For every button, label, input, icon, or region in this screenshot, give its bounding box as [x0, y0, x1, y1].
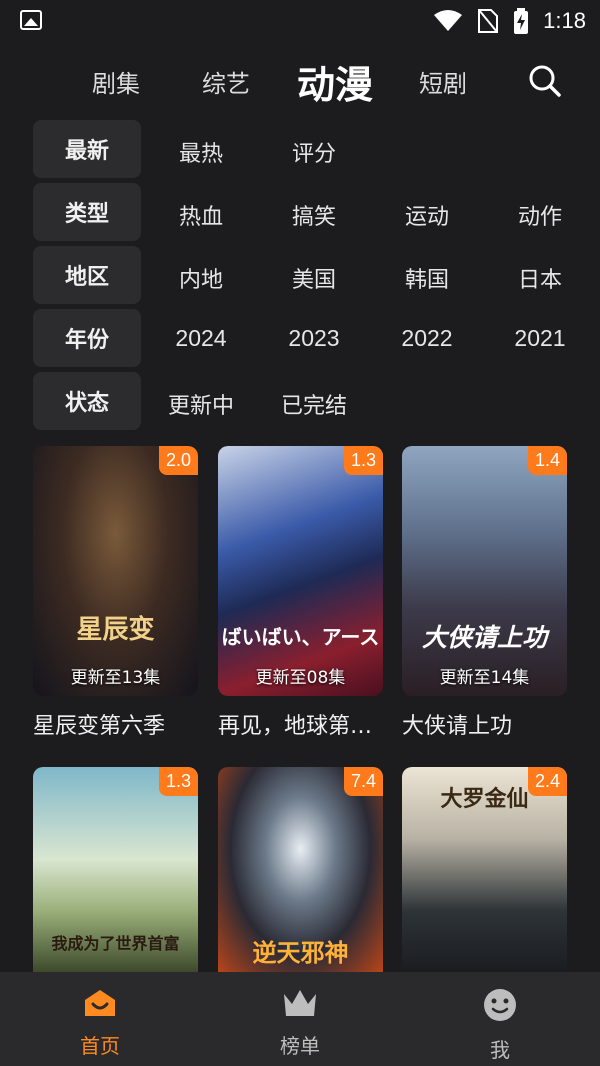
smiley-icon: [484, 989, 516, 1021]
filter-row-status: 状态 更新中 已完结: [33, 372, 593, 435]
wifi-icon: [434, 10, 463, 31]
battery-charging-icon: [514, 8, 529, 34]
nav-profile[interactable]: 我: [440, 988, 560, 1063]
score-badge: 1.3: [343, 446, 383, 475]
filter-genre-option[interactable]: 动作: [490, 199, 590, 231]
anime-card[interactable]: 星辰变 2.0 更新至13集 星辰变第六季: [33, 446, 198, 740]
filter-row-year: 年份 2024 2023 2022 2021: [33, 309, 593, 372]
poster-art-title: 星辰变: [76, 615, 155, 645]
anime-card[interactable]: ばいばい、アース 1.3 更新至08集 再见，地球第…: [218, 446, 383, 740]
poster-image[interactable]: 大侠请上功 1.4 更新至14集: [402, 446, 567, 696]
poster-image[interactable]: 逆天邪神 7.4: [218, 767, 383, 972]
filter-status-label[interactable]: 状态: [33, 372, 141, 430]
poster-art-title: 大侠请上功: [421, 623, 547, 652]
card-title: 星辰变第六季: [33, 714, 166, 739]
filter-row-sort: 最新 最热 评分: [33, 120, 593, 183]
nav-profile-label: 我: [490, 1038, 510, 1062]
filter-region-option[interactable]: 韩国: [377, 262, 477, 294]
home-icon: [85, 990, 115, 1016]
filter-year-option[interactable]: 2021: [490, 325, 590, 352]
card-title: 再见，地球第…: [218, 714, 373, 739]
score-badge: 2.0: [158, 446, 198, 475]
filter-year-option[interactable]: 2023: [264, 325, 364, 352]
crown-icon: [284, 990, 316, 1016]
status-bar: 1:18: [0, 0, 600, 44]
filter-row-genre: 类型 热血 搞笑 运动 动作: [33, 183, 593, 246]
filter-panel: 最新 最热 评分 类型 热血 搞笑 运动 动作 地区 内地 美国 韩国 日本 年…: [33, 120, 593, 435]
poster-image[interactable]: 星辰变 2.0 更新至13集: [33, 446, 198, 696]
nav-ranking-label: 榜单: [280, 1034, 320, 1058]
poster-image[interactable]: 我成为了世界首富 1.3: [33, 767, 198, 972]
poster-art-title: 逆天邪神: [252, 938, 349, 967]
anime-card[interactable]: 逆天邪神 7.4: [218, 767, 383, 972]
filter-year-option[interactable]: 2022: [377, 325, 477, 352]
tab-anime[interactable]: 动漫: [297, 54, 373, 109]
anime-card[interactable]: 我成为了世界首富 1.3: [33, 767, 198, 972]
tab-short-drama[interactable]: 短剧: [419, 64, 467, 99]
poster-image[interactable]: 大罗金仙 2.4: [402, 767, 567, 972]
tab-variety[interactable]: 综艺: [202, 64, 250, 99]
status-time: 1:18: [543, 8, 586, 33]
nav-home-label: 首页: [80, 1034, 120, 1058]
anime-card[interactable]: 大侠请上功 1.4 更新至14集 大侠请上功: [402, 446, 567, 740]
filter-region-label[interactable]: 地区: [33, 246, 141, 304]
category-tabs: 剧集 综艺 动漫 短剧: [0, 52, 600, 108]
gallery-notification-icon: [20, 10, 42, 30]
filter-genre-option[interactable]: 运动: [377, 199, 477, 231]
tab-drama[interactable]: 剧集: [92, 64, 140, 99]
anime-card[interactable]: 大罗金仙 2.4: [402, 767, 567, 972]
filter-region-option[interactable]: 日本: [490, 262, 590, 294]
poster-image[interactable]: ばいばい、アース 1.3 更新至08集: [218, 446, 383, 696]
filter-genre-option[interactable]: 搞笑: [264, 199, 364, 231]
filter-region-option[interactable]: 内地: [151, 262, 251, 294]
nav-home[interactable]: 首页: [40, 988, 160, 1059]
update-status: 更新至14集: [439, 668, 530, 688]
filter-sort-rating[interactable]: 评分: [264, 136, 364, 168]
filter-year-label[interactable]: 年份: [33, 309, 141, 367]
update-status: 更新至13集: [70, 668, 161, 688]
update-status: 更新至08集: [255, 668, 346, 688]
score-badge: 1.4: [527, 446, 567, 475]
filter-status-option[interactable]: 已完结: [264, 388, 364, 420]
nav-ranking[interactable]: 榜单: [240, 988, 360, 1059]
filter-genre-option[interactable]: 热血: [151, 199, 251, 231]
filter-region-option[interactable]: 美国: [264, 262, 364, 294]
score-badge: 7.4: [343, 767, 383, 796]
bottom-navigation: 首页 榜单 我: [0, 972, 600, 1066]
search-icon[interactable]: [528, 64, 562, 98]
no-sim-icon: [478, 9, 499, 33]
filter-year-option[interactable]: 2024: [151, 325, 251, 352]
filter-status-option[interactable]: 更新中: [151, 388, 251, 420]
poster-art-title: 我成为了世界首富: [51, 934, 180, 953]
score-badge: 2.4: [527, 767, 567, 796]
score-badge: 1.3: [158, 767, 198, 796]
filter-genre-label[interactable]: 类型: [33, 183, 141, 241]
filter-sort-latest[interactable]: 最新: [33, 120, 141, 178]
filter-sort-hot[interactable]: 最热: [151, 136, 251, 168]
poster-art-title: ばいばい、アース: [221, 625, 380, 649]
card-title: 大侠请上功: [402, 714, 513, 739]
filter-row-region: 地区 内地 美国 韩国 日本: [33, 246, 593, 309]
